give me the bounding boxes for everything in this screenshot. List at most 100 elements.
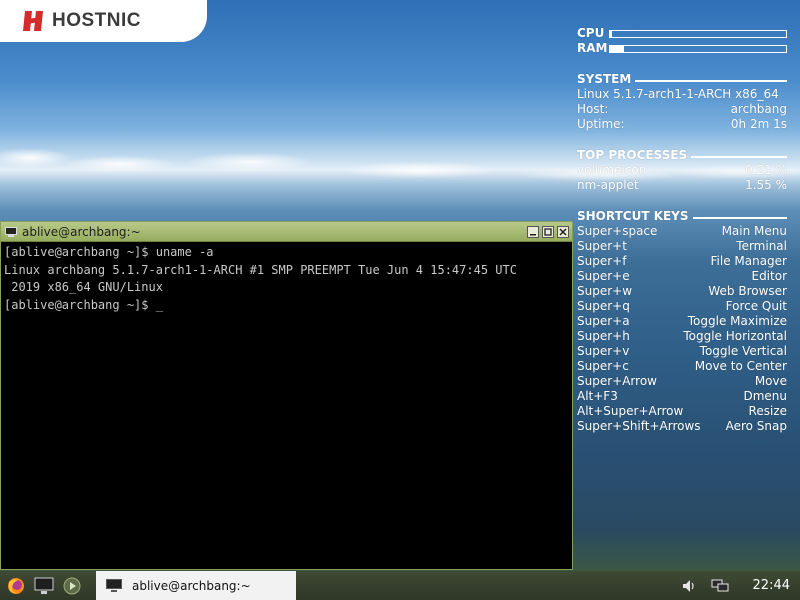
shortcut-action: Aero Snap — [725, 419, 787, 433]
shortcut-row: Super+v Toggle Vertical — [577, 344, 787, 359]
clock[interactable]: 22:44 — [753, 578, 790, 593]
host-label: Host: — [577, 102, 609, 116]
shortcut-action: Move — [754, 374, 787, 388]
shortcut-action: Web Browser — [708, 284, 787, 298]
terminal-line: 2019 x86_64 GNU/Linux — [4, 280, 163, 294]
conky-panel: CPU RAM SYSTEM Linux 5.1.7-arch1-1-ARCH … — [577, 26, 787, 434]
shortcut-action: Force Quit — [725, 299, 787, 313]
minimize-button[interactable] — [527, 225, 539, 238]
shortcut-key: Super+q — [577, 299, 630, 313]
shortcut-key: Super+Arrow — [577, 374, 657, 388]
shortcut-key: Super+t — [577, 239, 627, 253]
shortcut-row: Super+space Main Menu — [577, 224, 787, 239]
process-value: 0.21 % — [745, 163, 787, 177]
desktop: HOSTNIC CPU RAM SYSTEM Linux 5.1.7-arch1… — [0, 0, 800, 600]
shortcut-keys-title: SHORTCUT KEYS — [577, 209, 689, 223]
divider — [635, 79, 787, 82]
terminal-line: Linux archbang 5.1.7-arch1-1-ARCH #1 SMP… — [4, 262, 517, 277]
ram-label: RAM — [577, 41, 608, 55]
system-heading: SYSTEM — [577, 72, 787, 87]
network-icon[interactable] — [709, 576, 731, 596]
shortcut-row: Super+f File Manager — [577, 254, 787, 269]
shortcut-keys-heading: SHORTCUT KEYS — [577, 209, 787, 224]
system-host-row: Host: archbang — [577, 102, 787, 117]
terminal-icon — [106, 578, 122, 592]
top-processes-title: TOP PROCESSES — [577, 148, 688, 162]
minimize-icon — [530, 233, 536, 235]
cpu-meter — [609, 29, 787, 38]
shortcut-row: Super+Arrow Move — [577, 374, 787, 389]
shortcut-action: Toggle Horizontal — [683, 329, 787, 343]
shortcut-action: Move to Center — [694, 359, 787, 373]
ram-meter — [609, 44, 787, 53]
terminal-line: [ablive@archbang ~]$ _ — [4, 297, 163, 312]
close-icon — [559, 227, 567, 236]
shortcut-action: Terminal — [736, 239, 787, 253]
taskbar: ablive@archbang:~ 22:44 — [0, 571, 800, 600]
ram-meter-fill — [610, 45, 625, 52]
system-os-row: Linux 5.1.7-arch1-1-ARCH x86_64 — [577, 87, 787, 102]
terminal-window[interactable]: ablive@archbang:~ [ablive@archbang ~]$ u… — [0, 221, 573, 570]
shortcut-row: Alt+Super+Arrow Resize — [577, 404, 787, 419]
shortcut-row: Super+h Toggle Horizontal — [577, 329, 787, 344]
shortcut-key: Super+f — [577, 254, 627, 268]
terminal-output[interactable]: [ablive@archbang ~]$ uname -a Linux archb… — [1, 242, 572, 316]
shortcut-row: Super+a Toggle Maximize — [577, 314, 787, 329]
system-os: Linux 5.1.7-arch1-1-ARCH x86_64 — [577, 87, 779, 101]
cpu-meter-fill — [610, 30, 612, 37]
firefox-icon[interactable] — [4, 574, 28, 598]
top-processes-heading: TOP PROCESSES — [577, 148, 787, 163]
system-title: SYSTEM — [577, 72, 632, 86]
process-name: volumeicon — [577, 163, 647, 177]
media-player-icon[interactable] — [60, 574, 84, 598]
shortcut-key: Alt+Super+Arrow — [577, 404, 684, 418]
process-row: nm-applet 1.55 % — [577, 178, 787, 193]
shortcut-row: Super+e Editor — [577, 269, 787, 284]
ram-meter-row: RAM — [577, 41, 787, 56]
volume-icon[interactable] — [679, 576, 701, 596]
hostnic-logo-icon — [23, 11, 43, 31]
shortcut-action: Resize — [748, 404, 787, 418]
divider — [691, 155, 787, 158]
terminal-icon — [5, 226, 17, 237]
system-uptime-row: Uptime: 0h 2m 1s — [577, 117, 787, 132]
taskbar-task-terminal[interactable]: ablive@archbang:~ — [96, 571, 296, 600]
shortcut-key: Super+v — [577, 344, 630, 358]
terminal-titlebar[interactable]: ablive@archbang:~ — [1, 222, 572, 242]
shortcut-key: Alt+F3 — [577, 389, 618, 403]
shortcut-row: Super+q Force Quit — [577, 299, 787, 314]
hostnic-logo: HOSTNIC — [0, 0, 207, 42]
shortcut-action: Toggle Vertical — [699, 344, 787, 358]
terminal-title: ablive@archbang:~ — [22, 224, 141, 239]
shortcut-action: Editor — [751, 269, 787, 283]
shortcut-key: Super+a — [577, 314, 630, 328]
process-value: 1.55 % — [745, 178, 787, 192]
shortcut-key: Super+h — [577, 329, 630, 343]
maximize-icon — [544, 227, 552, 236]
shortcut-key: Super+space — [577, 224, 658, 238]
shortcut-key: Super+e — [577, 269, 630, 283]
shortcut-action: Toggle Maximize — [687, 314, 787, 328]
shortcut-action: File Manager — [710, 254, 788, 268]
shortcut-row: Super+c Move to Center — [577, 359, 787, 374]
host-value: archbang — [730, 102, 787, 116]
close-button[interactable] — [557, 225, 569, 238]
divider — [692, 216, 787, 219]
terminal-line: [ablive@archbang ~]$ uname -a — [4, 245, 214, 259]
shortcut-row: Super+w Web Browser — [577, 284, 787, 299]
cpu-meter-row: CPU — [577, 26, 787, 41]
uptime-value: 0h 2m 1s — [730, 117, 787, 131]
shortcut-action: Dmenu — [743, 389, 787, 403]
logo-text: HOSTNIC — [52, 10, 141, 31]
shortcut-row: Super+t Terminal — [577, 239, 787, 254]
shortcut-action: Main Menu — [721, 224, 787, 238]
task-label: ablive@archbang:~ — [132, 578, 251, 593]
shortcut-key: Super+c — [577, 359, 629, 373]
shortcut-row: Alt+F3 Dmenu — [577, 389, 787, 404]
terminal-launcher-icon[interactable] — [32, 574, 56, 598]
shortcut-row: Super+Shift+Arrows Aero Snap — [577, 419, 787, 434]
process-name: nm-applet — [577, 178, 639, 192]
maximize-button[interactable] — [542, 225, 554, 238]
shortcut-key: Super+Shift+Arrows — [577, 419, 701, 433]
uptime-label: Uptime: — [577, 117, 625, 131]
